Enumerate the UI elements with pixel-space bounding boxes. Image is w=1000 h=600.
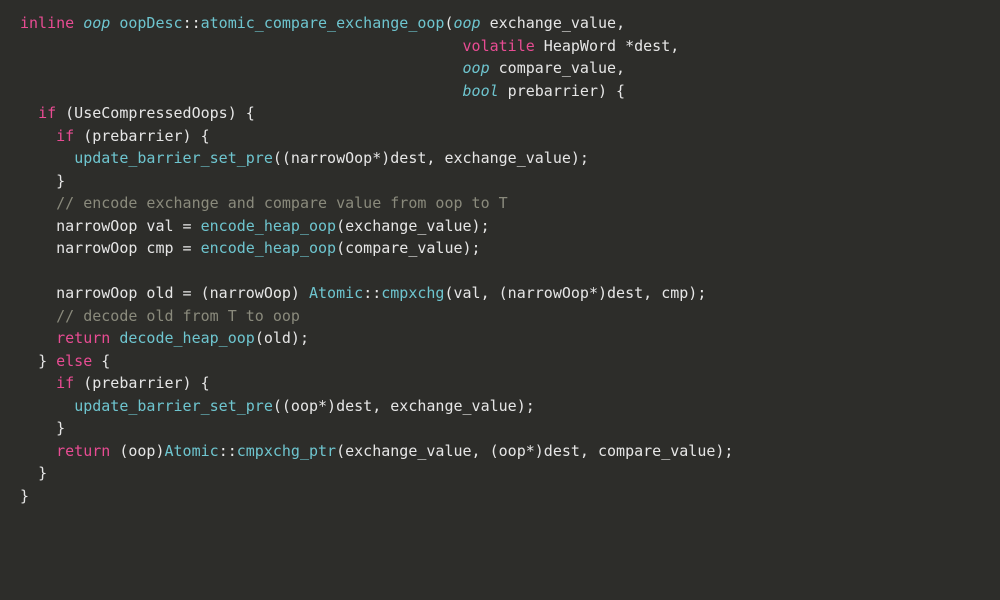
keyword-inline: inline [20,14,74,32]
decl-old: narrowOop old = (narrowOop) [56,284,309,302]
fn-call-decode: decode_heap_oop [110,329,255,347]
brace-close: } [38,352,47,370]
brace-close: } [56,419,65,437]
decl-cmp: narrowOop cmp = [56,239,201,257]
code-block: inline oop oopDesc::atomic_compare_excha… [0,0,1000,519]
class-atomic: Atomic [165,442,219,460]
fn-args: (exchange_value, (oop*)dest, compare_val… [336,442,733,460]
if-cond: (prebarrier) { [74,127,209,145]
if-cond: (prebarrier) { [74,374,209,392]
keyword-return: return [56,442,110,460]
brace-close: } [38,464,47,482]
decl-val: narrowOop val = [56,217,201,235]
if-cond: (UseCompressedOops) { [56,104,255,122]
param2-type: HeapWord [544,37,616,55]
fn-args: (compare_value); [336,239,481,257]
brace-close: } [20,487,29,505]
fn-args: ((narrowOop*)dest, exchange_value); [273,149,589,167]
paren-close: ) [598,82,607,100]
param1-type: oop [454,14,481,32]
comma: , [616,59,625,77]
keyword-return: return [56,329,110,347]
brace-open: { [101,352,110,370]
fn-args: (old); [255,329,309,347]
fn-call-update-barrier: update_barrier_set_pre [74,149,273,167]
keyword-if: if [38,104,56,122]
param3-name: compare_value [499,59,616,77]
function-name: atomic_compare_exchange_oop [201,14,445,32]
fn-call-cmpxchg-ptr: cmpxchg_ptr [237,442,336,460]
fn-call-update-barrier: update_barrier_set_pre [74,397,273,415]
keyword-if: if [56,127,74,145]
comment-encode: // encode exchange and compare value fro… [56,194,508,212]
comma: , [616,14,625,32]
scope-operator: :: [183,14,201,32]
param2-name: dest [634,37,670,55]
param1-name: exchange_value [490,14,616,32]
param4-type: bool [463,82,499,100]
star: * [616,37,634,55]
brace-open: { [607,82,625,100]
scope-op: :: [219,442,237,460]
scope-oopDesc: oopDesc [119,14,182,32]
brace-close: } [56,172,65,190]
fn-call-encode: encode_heap_oop [201,217,336,235]
keyword-if: if [56,374,74,392]
type-oop: oop [83,14,110,32]
comma: , [670,37,679,55]
keyword-else: else [47,352,101,370]
fn-call-encode: encode_heap_oop [201,239,336,257]
keyword-volatile: volatile [463,37,535,55]
comment-decode: // decode old from T to oop [56,307,300,325]
fn-args: (exchange_value); [336,217,490,235]
fn-args: (val, (narrowOop*)dest, cmp); [444,284,706,302]
cast-oop: (oop) [110,442,164,460]
paren-open: ( [444,14,453,32]
scope-op: :: [363,284,381,302]
fn-call-cmpxchg: cmpxchg [381,284,444,302]
param4-name: prebarrier [508,82,598,100]
param3-type: oop [463,59,490,77]
class-atomic: Atomic [309,284,363,302]
fn-args: ((oop*)dest, exchange_value); [273,397,535,415]
